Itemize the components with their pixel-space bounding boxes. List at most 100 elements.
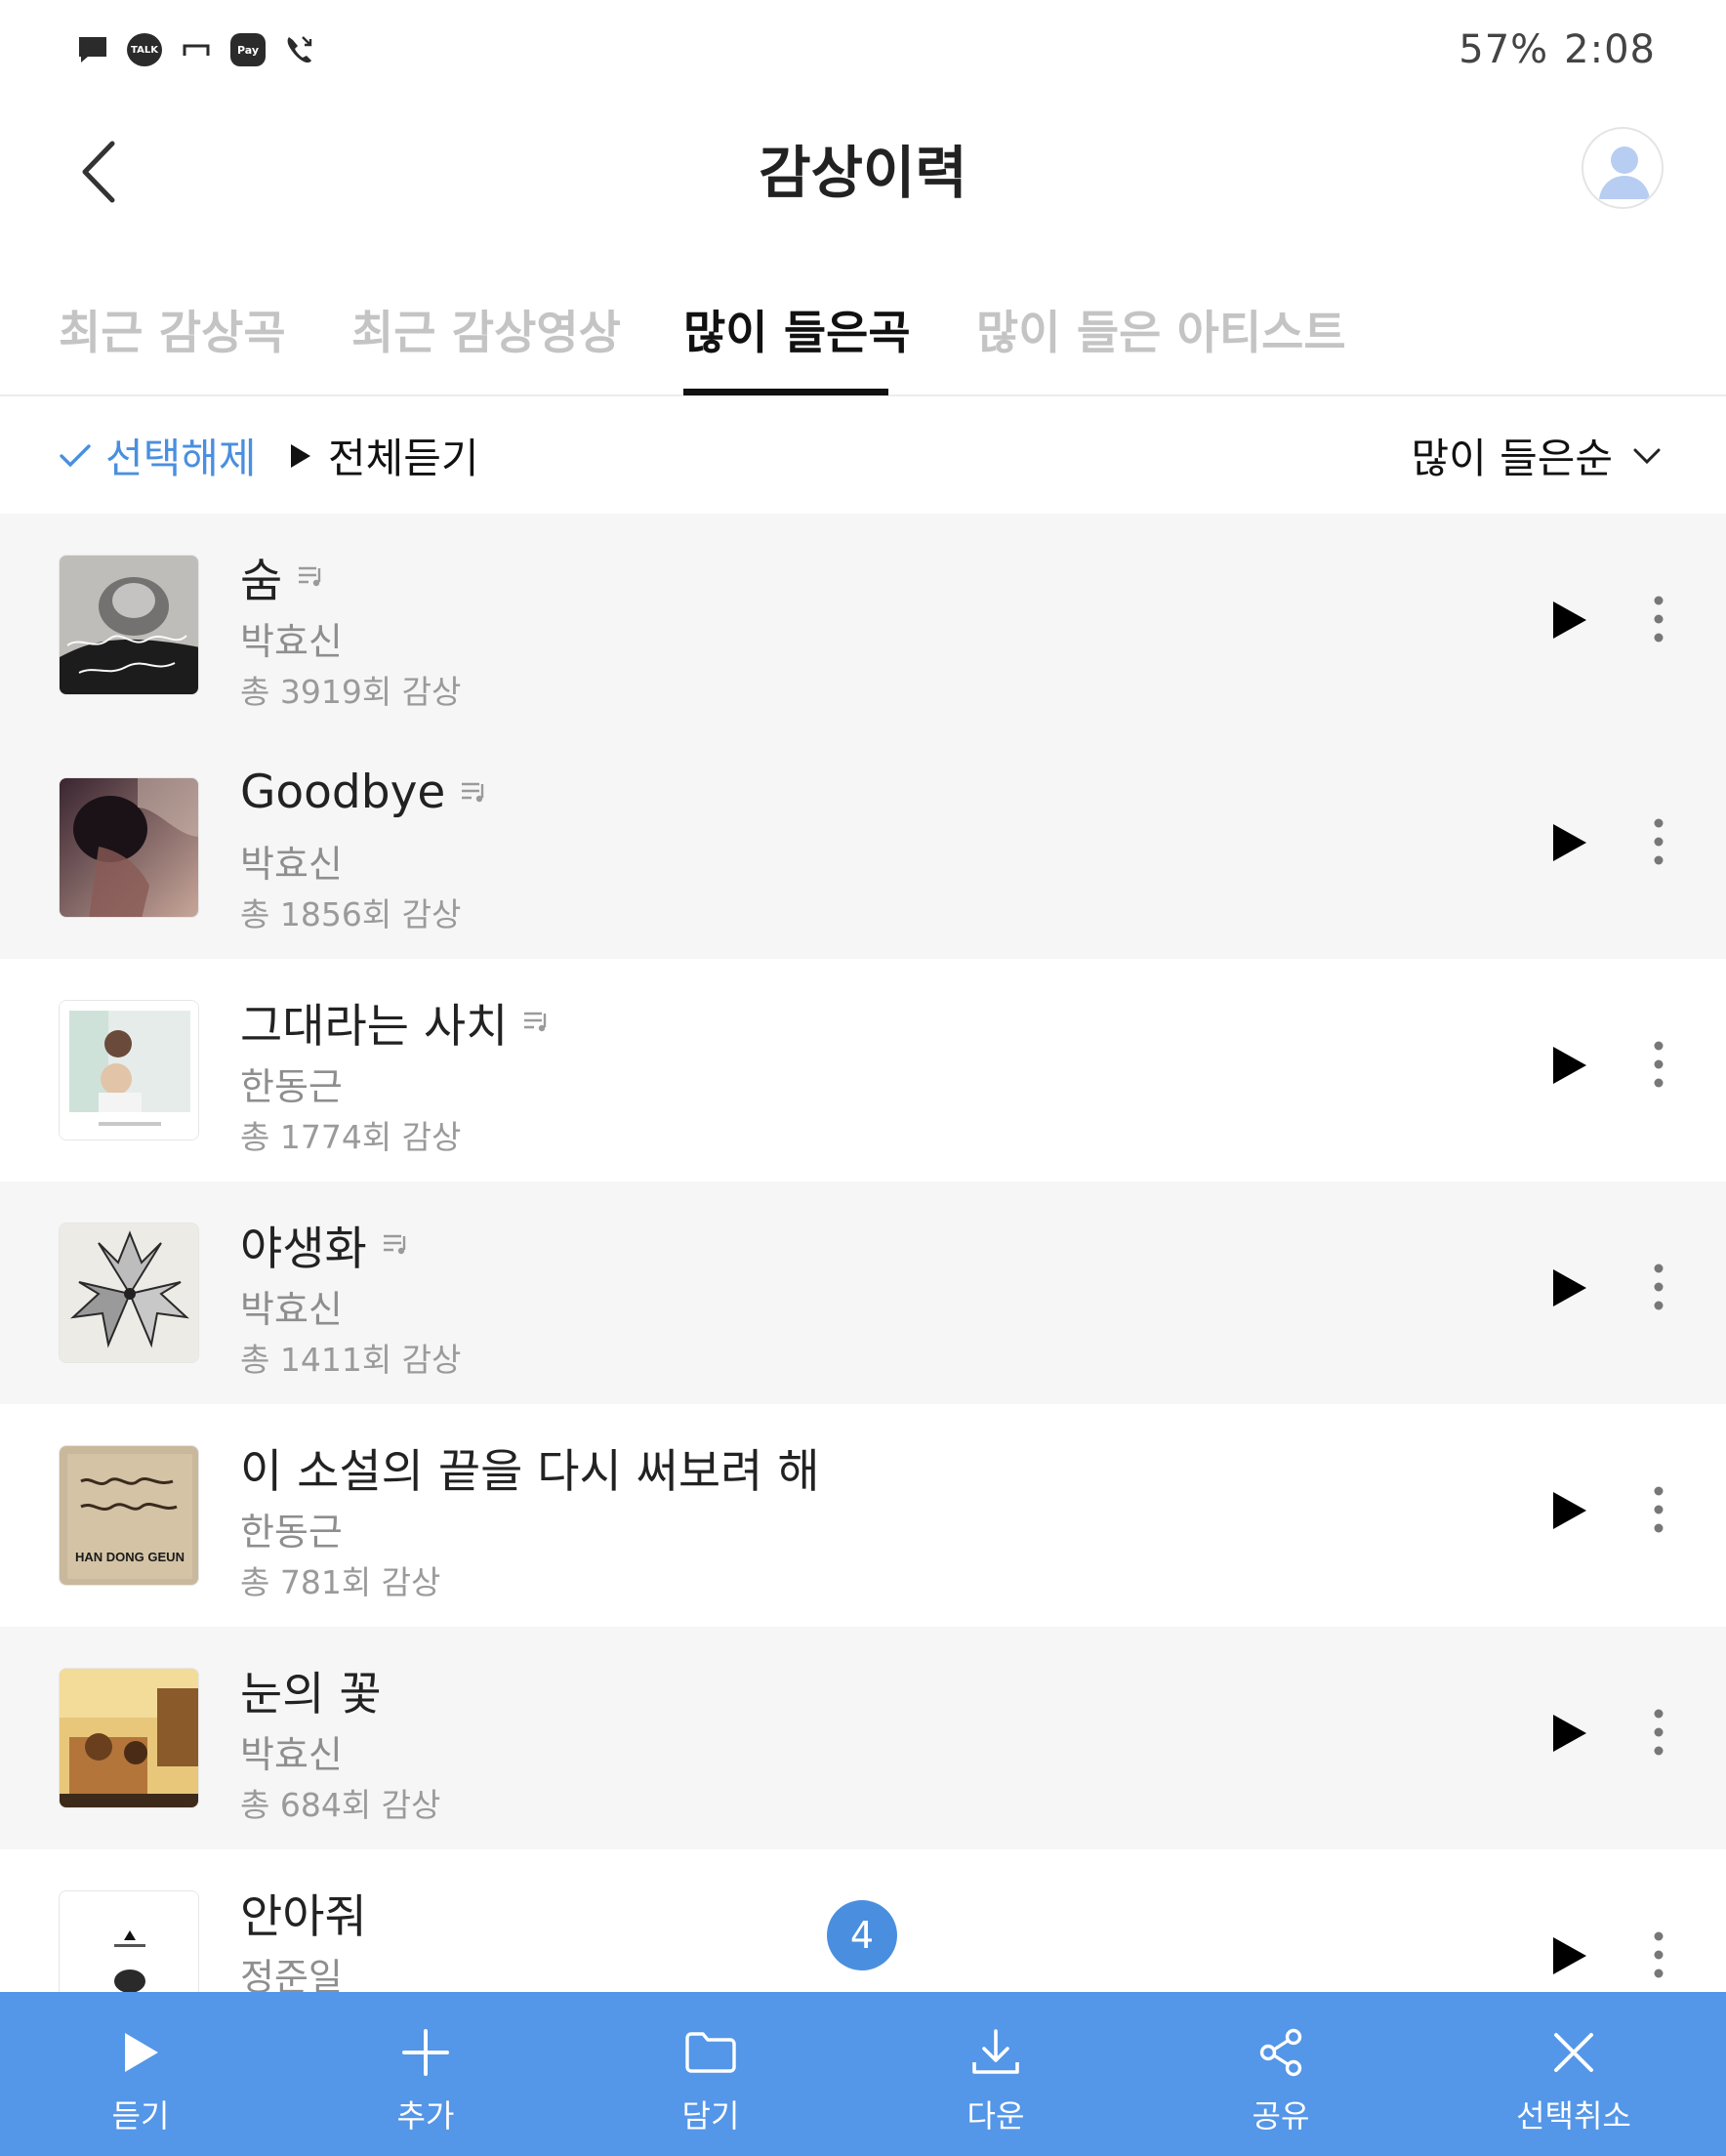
row-play-button[interactable] [1544, 818, 1593, 867]
listen-button[interactable]: 듣기 [62, 1992, 219, 2156]
tab-bar: 최근 감상곡 최근 감상영상 많이 들은곡 많이 들은 아티스트 [0, 254, 1726, 396]
cancel-selection-button[interactable]: 선택취소 [1496, 1992, 1652, 2156]
more-options-button[interactable] [1642, 1926, 1675, 1984]
active-tab-indicator [683, 389, 888, 395]
more-vertical-icon [1654, 1041, 1664, 1088]
plus-icon [398, 2025, 453, 2080]
song-row[interactable]: Goodbye 박효신 총 1856회 감상 [0, 736, 1726, 959]
song-title: 숨 [240, 555, 283, 608]
notification-icons: TALK Pay [76, 33, 316, 66]
share-button[interactable]: 공유 [1203, 1992, 1359, 2156]
row-play-button[interactable] [1544, 596, 1593, 644]
page-title: 감상이력 [759, 140, 967, 206]
play-icon [1553, 601, 1586, 639]
song-row[interactable]: HAN DONG GEUN 이 소설의 끝을 다시 써보려 해 한동근 총 78… [0, 1404, 1726, 1627]
add-button[interactable]: 추가 [348, 1992, 504, 2156]
tab-most-played-songs[interactable]: 많이 들은곡 [683, 295, 911, 362]
action-label: 담기 [681, 2097, 740, 2135]
more-vertical-icon [1654, 1264, 1664, 1310]
battery-level: 57% [1459, 27, 1549, 72]
row-play-button[interactable] [1544, 1931, 1593, 1980]
song-artist[interactable]: 박효신 [240, 1724, 343, 1778]
song-artist[interactable]: 정준일 [240, 1947, 343, 1992]
list-toolbar: 선택해제 전체듣기 많이 들은순 [0, 396, 1726, 514]
more-options-button[interactable] [1642, 1703, 1675, 1762]
more-vertical-icon [1654, 1709, 1664, 1756]
song-title: 안아줘 [240, 1890, 367, 1944]
album-cover [59, 1000, 199, 1140]
album-cover [59, 555, 199, 695]
song-title: Goodbye [240, 766, 446, 819]
row-play-button[interactable] [1544, 1041, 1593, 1090]
play-count: 총 684회 감상 [240, 1786, 441, 1824]
download-button[interactable]: 다운 [918, 1992, 1074, 2156]
song-artist[interactable]: 박효신 [240, 834, 343, 888]
deselect-button[interactable]: 선택해제 [59, 426, 257, 485]
tab-recent-songs[interactable]: 최근 감상곡 [59, 295, 286, 362]
lyrics-icon[interactable] [521, 1008, 551, 1037]
avatar[interactable] [1582, 127, 1664, 209]
message-icon [76, 33, 109, 66]
kakaopay-icon: Pay [230, 33, 266, 66]
play-count: 총 781회 감상 [240, 1563, 441, 1601]
song-title: 이 소설의 끝을 다시 써보려 해 [240, 1445, 820, 1499]
row-play-button[interactable] [1544, 1486, 1593, 1535]
song-title: 그대라는 사치 [240, 1000, 509, 1054]
more-options-button[interactable] [1642, 812, 1675, 871]
more-vertical-icon [1654, 1486, 1664, 1533]
lyrics-icon[interactable] [459, 778, 488, 808]
song-title-wrap: 야생화 [240, 1211, 410, 1278]
more-options-button[interactable] [1642, 590, 1675, 648]
song-artist[interactable]: 박효신 [240, 611, 343, 665]
more-options-button[interactable] [1642, 1035, 1675, 1094]
play-icon [1553, 824, 1586, 861]
song-title: 야생화 [240, 1223, 367, 1276]
action-label: 공유 [1252, 2097, 1310, 2135]
row-play-button[interactable] [1544, 1709, 1593, 1758]
action-label: 듣기 [111, 2097, 170, 2135]
deselect-label: 선택해제 [105, 435, 257, 482]
play-icon [113, 2025, 168, 2080]
album-text: HAN DONG GEUN [75, 1550, 185, 1564]
play-icon [1553, 1715, 1586, 1752]
song-row[interactable]: 야생화 박효신 총 1411회 감상 [0, 1182, 1726, 1404]
more-options-button[interactable] [1642, 1258, 1675, 1316]
action-label: 선택취소 [1516, 2097, 1631, 2135]
share-icon [1253, 2025, 1308, 2080]
album-cover [59, 1890, 199, 1992]
play-count: 총 1774회 감상 [240, 1118, 462, 1156]
song-row[interactable]: 눈의 꽃 박효신 총 684회 감상 [0, 1627, 1726, 1849]
album-cover: HAN DONG GEUN [59, 1445, 199, 1586]
song-row[interactable]: 숨 박효신 총 3919회 감상 [0, 514, 1726, 736]
lyrics-icon[interactable] [381, 1230, 410, 1260]
play-icon [1553, 1492, 1586, 1529]
tab-recent-videos[interactable]: 최근 감상영상 [351, 295, 621, 362]
more-options-button[interactable] [1642, 1480, 1675, 1539]
missed-call-icon [283, 33, 316, 66]
play-icon [1553, 1937, 1586, 1974]
more-vertical-icon [1654, 1931, 1664, 1978]
sort-dropdown[interactable]: 많이 들은순 [1411, 426, 1662, 485]
song-title-wrap: 숨 [240, 543, 325, 610]
sort-label: 많이 들은순 [1411, 435, 1613, 482]
album-cover [59, 1223, 199, 1363]
play-icon [1553, 1269, 1586, 1306]
save-to-playlist-button[interactable]: 담기 [633, 1992, 789, 2156]
song-artist[interactable]: 한동근 [240, 1502, 343, 1555]
album-cover [59, 1668, 199, 1808]
album-cover [59, 777, 199, 918]
song-artist[interactable]: 한동근 [240, 1057, 343, 1110]
header: 감상이력 [0, 98, 1726, 244]
download-icon [968, 2025, 1023, 2080]
tab-most-played-artists[interactable]: 많이 들은 아티스트 [976, 295, 1346, 362]
song-row[interactable]: 그대라는 사치 한동근 총 1774회 감상 [0, 959, 1726, 1182]
song-artist[interactable]: 박효신 [240, 1279, 343, 1333]
lyrics-icon[interactable] [296, 562, 325, 592]
song-title-wrap: 이 소설의 끝을 다시 써보려 해 [240, 1433, 820, 1501]
row-play-button[interactable] [1544, 1264, 1593, 1312]
play-icon [1553, 1047, 1586, 1084]
more-vertical-icon [1654, 818, 1664, 865]
status-right: 57% 2:08 [1443, 27, 1656, 72]
play-all-button[interactable]: 전체듣기 [289, 426, 479, 485]
play-count: 총 1411회 감상 [240, 1341, 462, 1379]
